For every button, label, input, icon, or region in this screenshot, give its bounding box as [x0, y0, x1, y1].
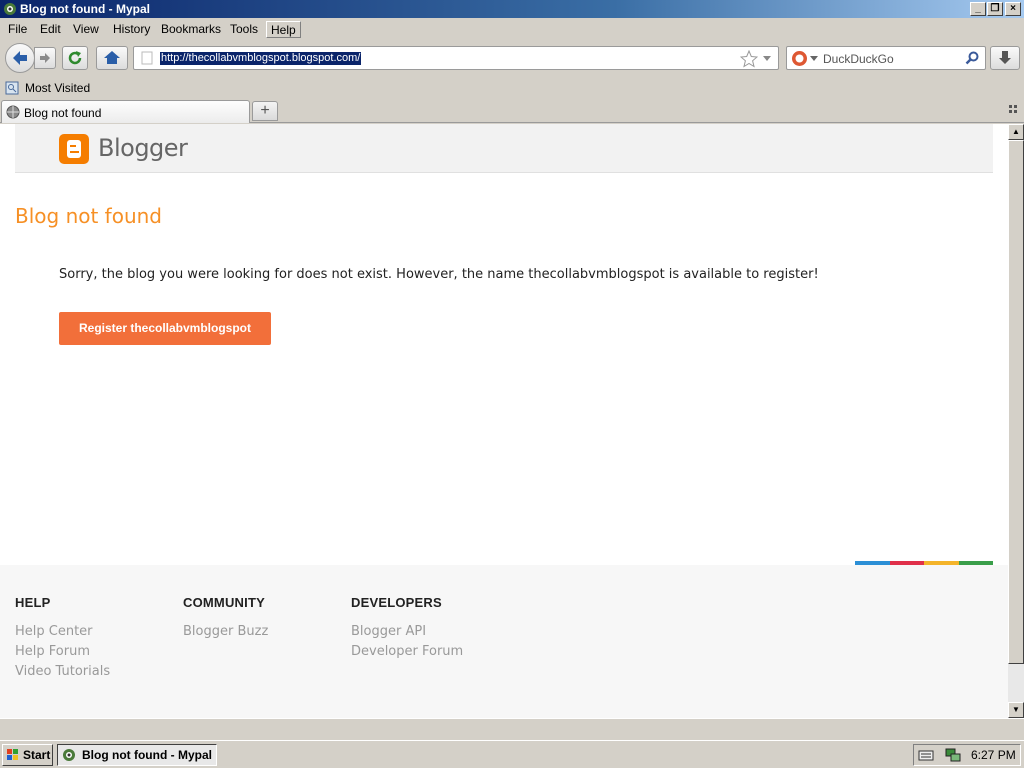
tab-bar: Blog not found + [0, 99, 1024, 123]
bookmark-label: Most Visited [25, 81, 91, 95]
bookmark-star-icon[interactable] [740, 50, 758, 68]
error-message: Sorry, the blog you were looking for doe… [59, 267, 819, 282]
developer-forum-link[interactable]: Developer Forum [351, 642, 463, 662]
scroll-down-arrow-icon[interactable]: ▼ [1008, 702, 1024, 718]
back-button[interactable] [5, 43, 35, 73]
footer-community-column: COMMUNITY Blogger Buzz [183, 595, 268, 642]
taskbar: Start Blog not found - Mypal 6:27 PM [0, 740, 1024, 768]
footer-developers-title: DEVELOPERS [351, 595, 442, 610]
mypal-app-icon [4, 3, 16, 15]
menu-help[interactable]: Help [266, 21, 301, 38]
taskbar-item-label: Blog not found - Mypal [82, 748, 212, 762]
home-icon [104, 51, 120, 64]
globe-icon [6, 105, 20, 119]
footer: HELP Help Center Help Forum Video Tutori… [0, 565, 1008, 718]
maximize-button[interactable]: ❐ [987, 2, 1003, 16]
footer-developers-column: DEVELOPERS Blogger API Developer Forum [351, 595, 463, 662]
forward-button[interactable] [34, 47, 56, 69]
clock[interactable]: 6:27 PM [971, 748, 1016, 762]
start-label: Start [23, 748, 51, 762]
help-center-link[interactable]: Help Center [15, 622, 110, 642]
browser-window: Blog not found - Mypal _ ❐ × File Edit V… [0, 0, 1024, 740]
title-bar[interactable]: Blog not found - Mypal _ ❐ × [0, 0, 1024, 18]
new-tab-button[interactable]: + [252, 101, 278, 121]
menu-edit[interactable]: Edit [36, 21, 65, 38]
search-icon[interactable] [965, 51, 979, 65]
address-bar[interactable]: http://thecollabvmblogspot.blogspot.com/ [133, 46, 779, 70]
minimize-button[interactable]: _ [970, 2, 986, 16]
downloads-button[interactable] [990, 46, 1020, 70]
tab-list-grip-icon[interactable] [1009, 105, 1019, 115]
url-text[interactable]: http://thecollabvmblogspot.blogspot.com/ [160, 52, 362, 65]
page-title: Blog not found [15, 204, 163, 228]
blogger-wordmark[interactable]: Blogger [98, 134, 188, 162]
start-button[interactable]: Start [2, 744, 53, 766]
tab-label: Blog not found [24, 106, 102, 120]
tab-blog-not-found[interactable]: Blog not found [1, 100, 250, 123]
scroll-thumb[interactable] [1008, 140, 1024, 664]
menu-file[interactable]: File [4, 21, 31, 38]
folder-icon [5, 81, 19, 95]
help-forum-link[interactable]: Help Forum [15, 642, 110, 662]
menu-history[interactable]: History [109, 21, 154, 38]
footer-help-title: HELP [15, 595, 51, 610]
page-icon [141, 51, 153, 65]
taskbar-item-mypal[interactable]: Blog not found - Mypal [57, 744, 217, 766]
reload-icon [68, 51, 82, 65]
navigation-toolbar: http://thecollabvmblogspot.blogspot.com/… [0, 40, 1024, 76]
blogger-buzz-link[interactable]: Blogger Buzz [183, 622, 268, 642]
search-input[interactable]: DuckDuckGo [823, 52, 894, 66]
vertical-scrollbar[interactable]: ▲ ▼ [1008, 124, 1024, 718]
page-content: Blogger Blog not found Sorry, the blog y… [0, 124, 1008, 718]
close-button[interactable]: × [1005, 2, 1021, 16]
status-bar [0, 718, 1024, 740]
blogger-logo-icon[interactable] [59, 134, 89, 164]
back-arrow-icon [13, 51, 27, 65]
menu-tools[interactable]: Tools [226, 21, 262, 38]
blogger-header: Blogger [15, 124, 993, 173]
reload-button[interactable] [62, 46, 88, 70]
scroll-up-arrow-icon[interactable]: ▲ [1008, 124, 1024, 140]
windows-flag-icon [7, 749, 18, 760]
blogger-api-link[interactable]: Blogger API [351, 622, 463, 642]
window-title: Blog not found - Mypal [20, 2, 150, 16]
bookmark-most-visited[interactable]: Most Visited [5, 80, 90, 96]
forward-arrow-icon [40, 53, 50, 63]
register-blog-button[interactable]: Register thecollabvmblogspot [59, 312, 271, 345]
keyboard-icon[interactable] [918, 748, 934, 762]
menu-view[interactable]: View [69, 21, 103, 38]
system-tray: 6:27 PM [913, 744, 1021, 766]
network-icon[interactable] [944, 747, 962, 763]
mypal-app-icon [63, 749, 75, 761]
url-dropdown-icon[interactable] [762, 55, 772, 63]
footer-help-column: HELP Help Center Help Forum Video Tutori… [15, 595, 110, 682]
menu-bookmarks[interactable]: Bookmarks [157, 21, 225, 38]
footer-community-title: COMMUNITY [183, 595, 265, 610]
search-bar[interactable]: DuckDuckGo [786, 46, 986, 70]
duckduckgo-icon [792, 51, 807, 66]
download-icon [999, 51, 1011, 64]
bookmarks-toolbar: Most Visited [0, 78, 1024, 98]
home-button[interactable] [96, 46, 128, 70]
video-tutorials-link[interactable]: Video Tutorials [15, 662, 110, 682]
search-engine-dropdown-icon[interactable] [810, 56, 818, 62]
menu-bar: File Edit View History Bookmarks Tools H… [0, 19, 1024, 39]
